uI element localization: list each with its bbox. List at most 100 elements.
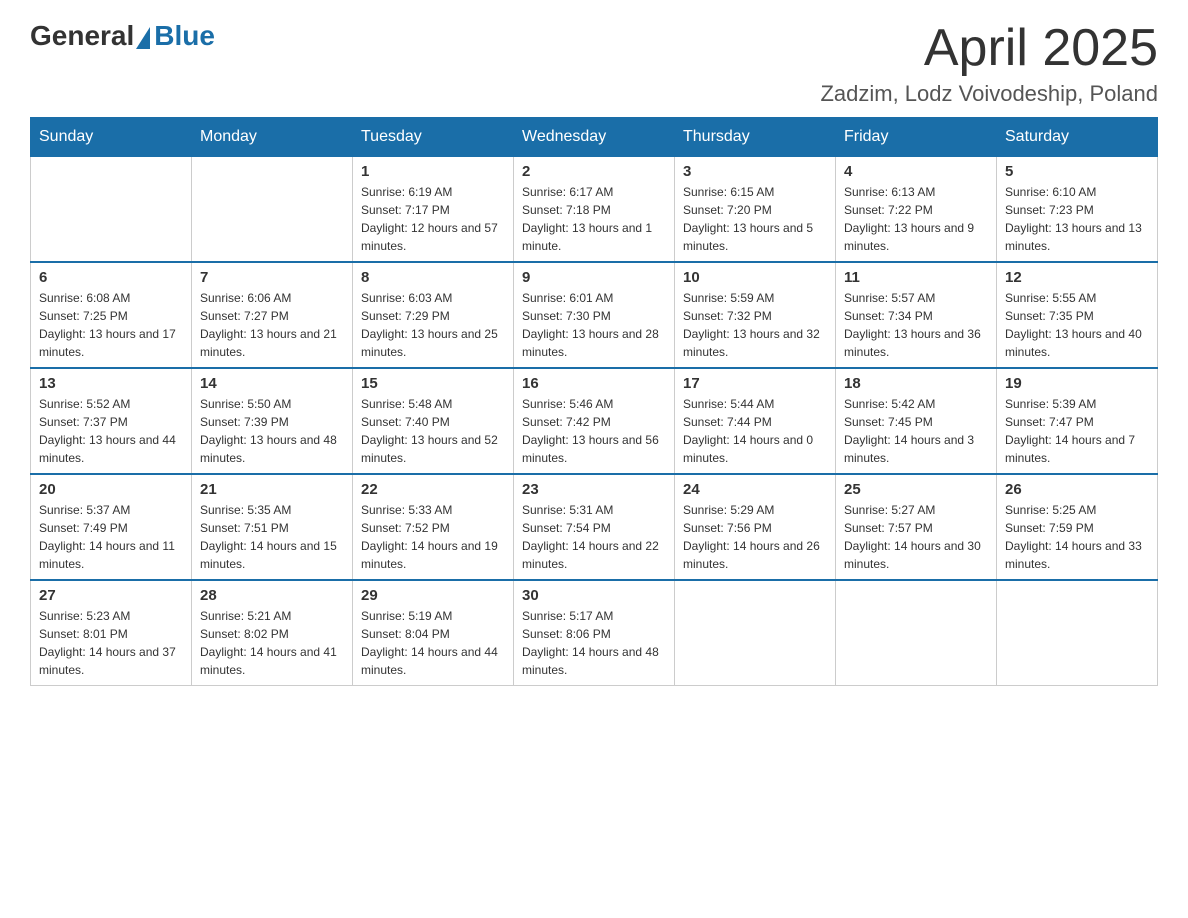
calendar-cell: 7 Sunrise: 6:06 AM Sunset: 7:27 PM Daylig… (192, 262, 353, 368)
calendar-cell: 24 Sunrise: 5:29 AM Sunset: 7:56 PM Dayli… (675, 474, 836, 580)
calendar-week-row: 13Sunrise: 5:52 AM Sunset: 7:37 PM Dayli… (31, 368, 1158, 474)
day-detail: Sunrise: 5:48 AM Sunset: 7:40 PM Dayligh… (361, 395, 505, 467)
day-detail: Sunrise: 6:01 AM Sunset: 7:30 PM Dayligh… (522, 289, 666, 361)
day-number: 11 (844, 269, 988, 286)
calendar-cell: 14 Sunrise: 5:50 AM Sunset: 7:39 PM Dayli… (192, 368, 353, 474)
day-detail: Sunrise: 6:08 AM Sunset: 7:25 PM Dayligh… (39, 289, 183, 361)
calendar-cell: 11 Sunrise: 5:57 AM Sunset: 7:34 PM Dayli… (836, 262, 997, 368)
day-detail: Sunrise: 5:57 AM Sunset: 7:34 PM Dayligh… (844, 289, 988, 361)
calendar-cell (997, 580, 1158, 686)
location-title: Zadzim, Lodz Voivodeship, Poland (820, 81, 1158, 107)
calendar-week-row: 27 Sunrise: 5:23 AM Sunset: 8:01 PM Dayli… (31, 580, 1158, 686)
calendar-cell: 8 Sunrise: 6:03 AM Sunset: 7:29 PM Daylig… (353, 262, 514, 368)
weekday-header-saturday: Saturday (997, 118, 1158, 157)
calendar-cell (31, 157, 192, 263)
day-number: 28 (200, 587, 344, 604)
calendar-cell: 30 Sunrise: 5:17 AM Sunset: 8:06 PM Dayli… (514, 580, 675, 686)
day-detail: Sunrise: 6:10 AM Sunset: 7:23 PM Dayligh… (1005, 183, 1149, 255)
day-detail: Sunrise: 5:37 AM Sunset: 7:49 PM Dayligh… (39, 501, 183, 573)
logo-blue-text: Blue (154, 20, 215, 52)
day-number: 26 (1005, 481, 1149, 498)
day-number: 22 (361, 481, 505, 498)
calendar-cell: 17 Sunrise: 5:44 AM Sunset: 7:44 PM Dayli… (675, 368, 836, 474)
day-detail: Sunrise: 5:39 AM Sunset: 7:47 PM Dayligh… (1005, 395, 1149, 467)
calendar-cell: 16 Sunrise: 5:46 AM Sunset: 7:42 PM Dayli… (514, 368, 675, 474)
day-detail: Sunrise: 5:46 AM Sunset: 7:42 PM Dayligh… (522, 395, 666, 467)
day-detail: Sunrise: 5:50 AM Sunset: 7:39 PM Dayligh… (200, 395, 344, 467)
calendar-cell: 27 Sunrise: 5:23 AM Sunset: 8:01 PM Dayli… (31, 580, 192, 686)
day-number: 27 (39, 587, 183, 604)
day-detail: Sunrise: 5:29 AM Sunset: 7:56 PM Dayligh… (683, 501, 827, 573)
day-detail: Sunrise: 6:17 AM Sunset: 7:18 PM Dayligh… (522, 183, 666, 255)
calendar-week-row: 20 Sunrise: 5:37 AM Sunset: 7:49 PM Dayli… (31, 474, 1158, 580)
logo: General Blue (30, 20, 215, 52)
day-detail: Sunrise: 5:21 AM Sunset: 8:02 PM Dayligh… (200, 607, 344, 679)
calendar-cell: 6 Sunrise: 6:08 AM Sunset: 7:25 PM Daylig… (31, 262, 192, 368)
day-number: 9 (522, 269, 666, 286)
day-detail: Sunrise: 5:31 AM Sunset: 7:54 PM Dayligh… (522, 501, 666, 573)
day-detail: Sunrise: 5:25 AM Sunset: 7:59 PM Dayligh… (1005, 501, 1149, 573)
day-number: 2 (522, 163, 666, 180)
day-number: 10 (683, 269, 827, 286)
day-detail: Sunrise: 5:19 AM Sunset: 8:04 PM Dayligh… (361, 607, 505, 679)
day-number: 12 (1005, 269, 1149, 286)
calendar-cell: 15 Sunrise: 5:48 AM Sunset: 7:40 PM Dayli… (353, 368, 514, 474)
day-number: 13 (39, 375, 183, 392)
day-number: 30 (522, 587, 666, 604)
calendar-cell: 1Sunrise: 6:19 AM Sunset: 7:17 PM Daylig… (353, 157, 514, 263)
day-number: 24 (683, 481, 827, 498)
calendar-cell: 18Sunrise: 5:42 AM Sunset: 7:45 PM Dayli… (836, 368, 997, 474)
calendar-cell: 12 Sunrise: 5:55 AM Sunset: 7:35 PM Dayli… (997, 262, 1158, 368)
day-detail: Sunrise: 6:13 AM Sunset: 7:22 PM Dayligh… (844, 183, 988, 255)
calendar-cell: 25 Sunrise: 5:27 AM Sunset: 7:57 PM Dayli… (836, 474, 997, 580)
day-number: 20 (39, 481, 183, 498)
calendar-cell: 3 Sunrise: 6:15 AM Sunset: 7:20 PM Daylig… (675, 157, 836, 263)
day-number: 4 (844, 163, 988, 180)
day-number: 3 (683, 163, 827, 180)
day-detail: Sunrise: 5:44 AM Sunset: 7:44 PM Dayligh… (683, 395, 827, 467)
day-detail: Sunrise: 5:59 AM Sunset: 7:32 PM Dayligh… (683, 289, 827, 361)
day-number: 8 (361, 269, 505, 286)
calendar-cell: 26 Sunrise: 5:25 AM Sunset: 7:59 PM Dayli… (997, 474, 1158, 580)
day-number: 25 (844, 481, 988, 498)
weekday-header-monday: Monday (192, 118, 353, 157)
day-number: 16 (522, 375, 666, 392)
day-number: 14 (200, 375, 344, 392)
day-detail: Sunrise: 5:17 AM Sunset: 8:06 PM Dayligh… (522, 607, 666, 679)
calendar-cell: 13Sunrise: 5:52 AM Sunset: 7:37 PM Dayli… (31, 368, 192, 474)
weekday-header-friday: Friday (836, 118, 997, 157)
calendar-table: SundayMondayTuesdayWednesdayThursdayFrid… (30, 117, 1158, 686)
calendar-week-row: 1Sunrise: 6:19 AM Sunset: 7:17 PM Daylig… (31, 157, 1158, 263)
day-number: 6 (39, 269, 183, 286)
day-detail: Sunrise: 5:33 AM Sunset: 7:52 PM Dayligh… (361, 501, 505, 573)
calendar-cell: 2 Sunrise: 6:17 AM Sunset: 7:18 PM Daylig… (514, 157, 675, 263)
day-number: 23 (522, 481, 666, 498)
day-detail: Sunrise: 5:27 AM Sunset: 7:57 PM Dayligh… (844, 501, 988, 573)
calendar-cell: 9 Sunrise: 6:01 AM Sunset: 7:30 PM Daylig… (514, 262, 675, 368)
day-number: 7 (200, 269, 344, 286)
day-number: 15 (361, 375, 505, 392)
day-number: 29 (361, 587, 505, 604)
weekday-header-thursday: Thursday (675, 118, 836, 157)
day-detail: Sunrise: 5:55 AM Sunset: 7:35 PM Dayligh… (1005, 289, 1149, 361)
weekday-header-row: SundayMondayTuesdayWednesdayThursdayFrid… (31, 118, 1158, 157)
calendar-cell (836, 580, 997, 686)
day-detail: Sunrise: 6:03 AM Sunset: 7:29 PM Dayligh… (361, 289, 505, 361)
calendar-cell: 28 Sunrise: 5:21 AM Sunset: 8:02 PM Dayli… (192, 580, 353, 686)
day-number: 19 (1005, 375, 1149, 392)
calendar-cell: 22 Sunrise: 5:33 AM Sunset: 7:52 PM Dayli… (353, 474, 514, 580)
calendar-cell: 4 Sunrise: 6:13 AM Sunset: 7:22 PM Daylig… (836, 157, 997, 263)
day-detail: Sunrise: 5:23 AM Sunset: 8:01 PM Dayligh… (39, 607, 183, 679)
logo-triangle-icon (136, 27, 150, 49)
calendar-cell: 29 Sunrise: 5:19 AM Sunset: 8:04 PM Dayli… (353, 580, 514, 686)
calendar-cell: 19 Sunrise: 5:39 AM Sunset: 7:47 PM Dayli… (997, 368, 1158, 474)
title-section: April 2025 Zadzim, Lodz Voivodeship, Pol… (820, 20, 1158, 107)
day-number: 1 (361, 163, 505, 180)
day-detail: Sunrise: 5:42 AM Sunset: 7:45 PM Dayligh… (844, 395, 988, 467)
day-number: 17 (683, 375, 827, 392)
day-detail: Sunrise: 6:06 AM Sunset: 7:27 PM Dayligh… (200, 289, 344, 361)
calendar-cell (675, 580, 836, 686)
day-number: 21 (200, 481, 344, 498)
day-detail: Sunrise: 6:15 AM Sunset: 7:20 PM Dayligh… (683, 183, 827, 255)
weekday-header-sunday: Sunday (31, 118, 192, 157)
